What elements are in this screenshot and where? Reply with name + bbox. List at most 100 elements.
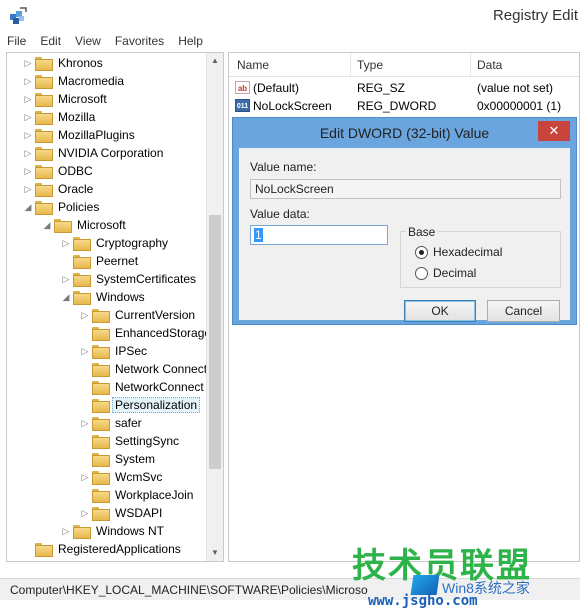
title-bar[interactable]: Registry Edit bbox=[0, 0, 580, 32]
tree-item[interactable]: ▷ Khronos bbox=[23, 54, 106, 72]
menu-favorites[interactable]: Favorites bbox=[108, 32, 171, 50]
expand-arrow-icon[interactable]: ▷ bbox=[23, 72, 33, 90]
tree-item[interactable]: ▷ NVIDIA Corporation bbox=[23, 144, 166, 162]
column-divider[interactable] bbox=[470, 53, 471, 77]
value-name-field: NoLockScreen bbox=[250, 179, 561, 199]
tree-item[interactable]: ▷ WcmSvc bbox=[80, 468, 165, 486]
decimal-radio[interactable] bbox=[415, 267, 428, 280]
expand-arrow-icon[interactable]: ▷ bbox=[23, 180, 33, 198]
scrollbar-thumb[interactable] bbox=[209, 215, 221, 469]
column-header-type[interactable]: Type bbox=[357, 58, 383, 72]
expand-arrow-icon[interactable]: ▷ bbox=[61, 522, 71, 540]
tree-item[interactable]: ▷ SystemCertificates bbox=[61, 270, 199, 288]
expand-arrow-icon[interactable]: ▷ bbox=[23, 90, 33, 108]
expand-arrow-icon[interactable]: ▷ bbox=[80, 414, 90, 432]
tree-item-label: IPSec bbox=[115, 344, 148, 358]
folder-icon bbox=[92, 363, 110, 377]
tree-item-label: Network Connect bbox=[115, 362, 208, 376]
tree-item[interactable]: ▷ Mozilla bbox=[23, 108, 98, 126]
key-tree-pane[interactable]: ▷ Khronos ▷ Macromedia ▷ Microsoft ▷ Mozilla ▷ Mo… bbox=[6, 52, 224, 562]
menu-edit[interactable]: Edit bbox=[33, 32, 68, 50]
tree-item[interactable]: ▷ CurrentVersion bbox=[80, 306, 198, 324]
folder-icon bbox=[92, 381, 110, 395]
expand-arrow-icon[interactable]: ▷ bbox=[80, 504, 90, 522]
tree-item[interactable]: System bbox=[80, 450, 158, 468]
tree-item[interactable]: RegisteredApplications bbox=[23, 540, 184, 558]
tree-item[interactable]: ▷ IPSec bbox=[80, 342, 150, 360]
tree-item[interactable]: Network Connect bbox=[80, 360, 210, 378]
cancel-button[interactable]: Cancel bbox=[487, 300, 560, 322]
tree-item[interactable]: ◢ Windows bbox=[61, 288, 148, 306]
list-row-default[interactable]: ab (Default) REG_SZ (value not set) bbox=[229, 79, 579, 97]
expand-arrow-icon[interactable]: ▷ bbox=[23, 54, 33, 72]
folder-icon bbox=[92, 489, 110, 503]
collapse-arrow-icon[interactable]: ◢ bbox=[42, 216, 52, 234]
menu-view[interactable]: View bbox=[68, 32, 108, 50]
value-data: 0x00000001 (1) bbox=[477, 99, 562, 113]
tree-item-label: Khronos bbox=[58, 56, 103, 70]
expand-arrow-icon[interactable]: ▷ bbox=[23, 126, 33, 144]
tree-item[interactable]: ▷ ODBC bbox=[23, 162, 96, 180]
tree-item-label: Windows NT bbox=[96, 524, 165, 538]
dialog-title[interactable]: Edit DWORD (32-bit) Value bbox=[233, 118, 576, 148]
tree-item[interactable]: ▷ MozillaPlugins bbox=[23, 126, 138, 144]
tree-item[interactable]: WorkplaceJoin bbox=[80, 486, 196, 504]
column-divider[interactable] bbox=[350, 53, 351, 77]
ok-button[interactable]: OK bbox=[404, 300, 476, 322]
expand-arrow-icon[interactable]: ▷ bbox=[23, 144, 33, 162]
tree-item[interactable]: ▷ Microsoft bbox=[23, 90, 110, 108]
tree-item[interactable]: ▷ safer bbox=[80, 414, 145, 432]
tree-item[interactable]: ▷ Cryptography bbox=[61, 234, 171, 252]
value-data-input[interactable]: 1 bbox=[250, 225, 388, 245]
tree-item-label: safer bbox=[115, 416, 142, 430]
tree-item[interactable]: ▷ WSDAPI bbox=[80, 504, 165, 522]
tree-scrollbar[interactable]: ▲ ▼ bbox=[206, 53, 223, 561]
decimal-label[interactable]: Decimal bbox=[433, 266, 476, 280]
folder-icon bbox=[92, 435, 110, 449]
menu-file[interactable]: File bbox=[0, 32, 33, 50]
folder-icon bbox=[92, 453, 110, 467]
tree-item[interactable]: SettingSync bbox=[80, 432, 182, 450]
close-icon[interactable]: ✕ bbox=[538, 121, 570, 141]
tree-item[interactable]: ◢ Policies bbox=[23, 198, 102, 216]
registry-editor-window: Registry Edit File Edit View Favorites H… bbox=[0, 0, 580, 609]
tree-item-label: SettingSync bbox=[115, 434, 180, 448]
tree-item[interactable]: ▷ Oracle bbox=[23, 180, 96, 198]
tree-item[interactable]: EnhancedStorage bbox=[80, 324, 214, 342]
tree-item[interactable]: ▷ Windows NT bbox=[61, 522, 167, 540]
folder-icon bbox=[54, 219, 72, 233]
dword-value-icon: 011 bbox=[235, 99, 250, 112]
scroll-up-icon[interactable]: ▲ bbox=[207, 53, 223, 69]
expand-arrow-icon[interactable]: ▷ bbox=[61, 234, 71, 252]
expand-arrow-icon[interactable]: ▷ bbox=[80, 342, 90, 360]
expand-arrow-icon[interactable]: ▷ bbox=[80, 306, 90, 324]
tree-item[interactable]: Peernet bbox=[61, 252, 141, 270]
folder-icon bbox=[73, 255, 91, 269]
hexadecimal-radio[interactable] bbox=[415, 246, 428, 259]
tree-item[interactable]: ▷ Macromedia bbox=[23, 72, 127, 90]
tree-item-label: Microsoft bbox=[77, 218, 126, 232]
column-header-data[interactable]: Data bbox=[477, 58, 502, 72]
tree-item[interactable]: Personalization bbox=[80, 396, 201, 414]
tree-item-label: Peernet bbox=[96, 254, 139, 268]
value-name-label: Value name: bbox=[250, 160, 317, 174]
tree-item-label: WSDAPI bbox=[115, 506, 163, 520]
value-type: REG_DWORD bbox=[357, 99, 437, 113]
column-header-name[interactable]: Name bbox=[237, 58, 269, 72]
menu-help[interactable]: Help bbox=[171, 32, 210, 50]
expand-arrow-icon[interactable]: ▷ bbox=[23, 162, 33, 180]
tree-item[interactable]: ◢ Microsoft bbox=[42, 216, 129, 234]
tree-item[interactable]: NetworkConnect bbox=[80, 378, 207, 396]
scroll-down-icon[interactable]: ▼ bbox=[207, 545, 223, 561]
folder-icon bbox=[73, 291, 91, 305]
list-row-nolockscreen[interactable]: 011 NoLockScreen REG_DWORD 0x00000001 (1… bbox=[229, 97, 579, 115]
folder-icon bbox=[35, 165, 53, 179]
dialog-body: Value name: NoLockScreen Value data: 1 B… bbox=[239, 148, 570, 322]
expand-arrow-icon[interactable]: ▷ bbox=[23, 108, 33, 126]
hexadecimal-label[interactable]: Hexadecimal bbox=[433, 245, 502, 259]
tree-item-label: Personalization bbox=[112, 397, 201, 413]
collapse-arrow-icon[interactable]: ◢ bbox=[23, 198, 33, 216]
expand-arrow-icon[interactable]: ▷ bbox=[61, 270, 71, 288]
collapse-arrow-icon[interactable]: ◢ bbox=[61, 288, 71, 306]
expand-arrow-icon[interactable]: ▷ bbox=[80, 468, 90, 486]
